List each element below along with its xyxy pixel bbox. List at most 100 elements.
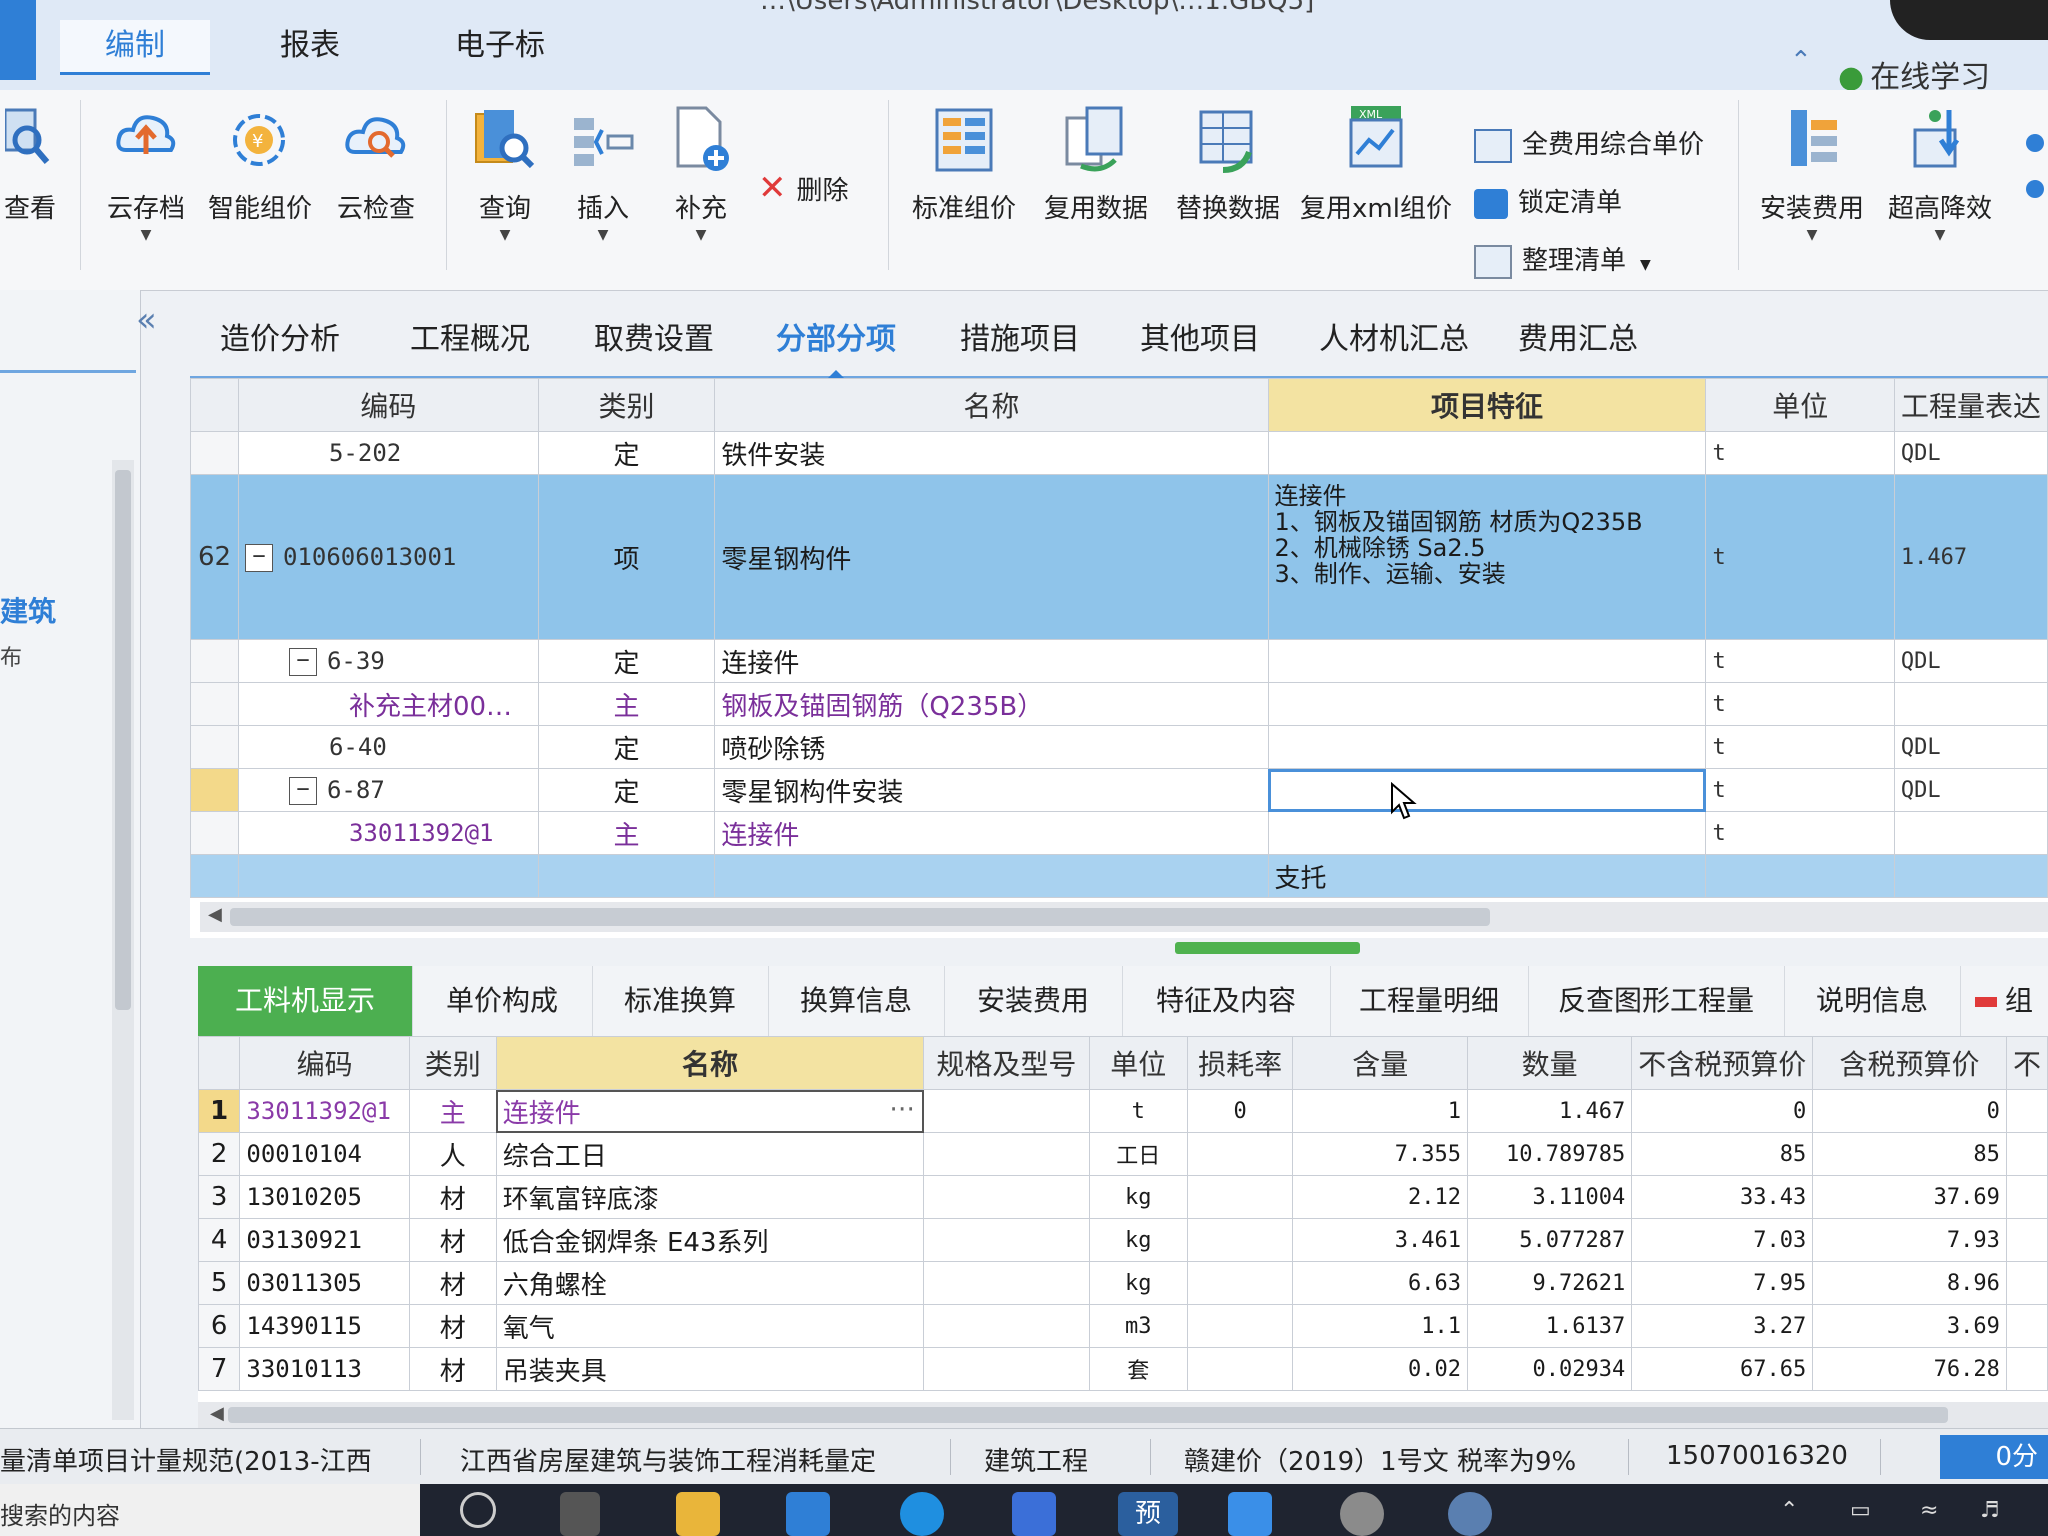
panel-splitter-handle[interactable]	[1175, 942, 1360, 954]
more-tools-icon[interactable]	[2026, 134, 2048, 234]
tab-other-items[interactable]: 其他项目	[1110, 310, 1290, 370]
replace-data-button[interactable]: 替换数据	[1166, 100, 1290, 225]
type-cell[interactable]: 材	[408, 1261, 497, 1305]
unit-cell[interactable]: t	[1705, 768, 1895, 812]
code-cell[interactable]	[237, 854, 539, 898]
code-cell[interactable]: 14390115	[239, 1304, 410, 1348]
scroll-left-icon[interactable]: ◀	[208, 904, 222, 925]
spec-cell[interactable]	[923, 1175, 1090, 1219]
tab-measures[interactable]: 措施项目	[930, 310, 1110, 370]
collapse-node-icon[interactable]: −	[288, 647, 317, 676]
type-cell[interactable]: 主	[537, 682, 716, 726]
insert-button[interactable]: 插入 ▼	[560, 100, 646, 243]
tab-graphic-quantity[interactable]: 反查图形工程量	[1528, 966, 1785, 1036]
wifi-icon[interactable]: ≈	[1920, 1498, 1938, 1523]
code-cell[interactable]: 00010104	[239, 1132, 410, 1176]
more-options-icon[interactable]: ⋯	[889, 1094, 915, 1124]
search-icon[interactable]	[460, 1492, 496, 1528]
nav-item-building[interactable]: 建筑	[0, 590, 56, 630]
tab-fee-settings[interactable]: 取费设置	[564, 310, 744, 370]
table-row[interactable]: −6-87 定 零星钢构件安装 t QDL	[190, 768, 2048, 812]
dropdown-arrow-icon[interactable]: ▼	[1880, 227, 2000, 243]
type-cell[interactable]: 主	[537, 811, 716, 855]
name-cell[interactable]: 氧气	[495, 1304, 925, 1348]
app-icon[interactable]	[1448, 1492, 1492, 1536]
name-cell[interactable]: 零星钢构件安装	[714, 768, 1269, 812]
smart-price-button[interactable]: ¥ 智能组价	[202, 100, 318, 225]
view-button[interactable]: 查看	[0, 100, 60, 225]
scroll-thumb[interactable]	[115, 470, 131, 1010]
tab-sub-items[interactable]: 分部分项	[746, 310, 926, 378]
install-cost-button[interactable]: 安装费用 ▼	[1752, 100, 1872, 243]
upper-horizontal-scrollbar[interactable]: ◀	[200, 902, 2048, 932]
quantity-cell[interactable]: 1.467	[1893, 474, 2048, 640]
code-cell[interactable]: −6-87	[237, 768, 539, 812]
feature-cell[interactable]: 支托	[1267, 854, 1707, 898]
feature-cell[interactable]	[1267, 682, 1707, 726]
name-cell[interactable]	[714, 854, 1269, 898]
scroll-thumb[interactable]	[228, 1407, 1948, 1423]
dropdown-arrow-icon[interactable]: ▼	[654, 227, 748, 243]
content-cell[interactable]: 2.12	[1292, 1175, 1469, 1219]
collapse-node-icon[interactable]: −	[244, 543, 273, 572]
content-cell[interactable]: 1.1	[1292, 1304, 1469, 1348]
quantity-cell[interactable]: 10.789785	[1467, 1132, 1633, 1176]
unit-cell[interactable]	[1705, 854, 1895, 898]
app-icon[interactable]	[1012, 1492, 1056, 1536]
delete-button[interactable]: ✕ 删除	[758, 168, 849, 208]
column-header[interactable]: 数量	[1467, 1036, 1633, 1090]
dropdown-arrow-icon[interactable]: ▼	[1752, 227, 1872, 243]
table-row-selected[interactable]: 62 −010606013001 项 零星钢构件 连接件 1、钢板及锚固钢筋 材…	[190, 474, 2048, 640]
menu-tab-edit[interactable]: 编制	[60, 20, 210, 75]
unit-cell[interactable]: t	[1705, 811, 1895, 855]
menu-tab-e-bid[interactable]: 电子标	[420, 20, 580, 72]
code-cell[interactable]: −6-39	[237, 639, 539, 683]
spec-cell[interactable]	[923, 1347, 1090, 1391]
quantity-cell[interactable]: 1.6137	[1467, 1304, 1633, 1348]
column-header[interactable]: 含税预算价	[1812, 1036, 2007, 1090]
browser-icon[interactable]	[900, 1492, 944, 1536]
loss-rate-cell[interactable]	[1186, 1218, 1294, 1262]
table-row[interactable]: 1 33011392@1 主 连接件 ⋯ t 0 1 1.467 0 0	[198, 1089, 2048, 1133]
type-cell[interactable]: 材	[408, 1175, 497, 1219]
code-cell[interactable]: 5-202	[237, 431, 539, 475]
spec-cell[interactable]	[923, 1304, 1090, 1348]
price-excl-tax-cell[interactable]: 85	[1631, 1132, 1814, 1176]
status-score-button[interactable]: 0分	[1940, 1435, 2048, 1479]
type-cell[interactable]	[537, 854, 716, 898]
type-cell[interactable]: 定	[537, 725, 716, 769]
tab-install-cost[interactable]: 安装费用	[944, 966, 1123, 1036]
content-cell[interactable]: 3.461	[1292, 1218, 1469, 1262]
collapse-ribbon-icon[interactable]: ⌃	[1790, 46, 1812, 76]
menu-tab-report[interactable]: 报表	[240, 20, 380, 72]
type-cell[interactable]: 主	[408, 1089, 497, 1133]
column-header[interactable]: 编码	[239, 1036, 410, 1090]
name-cell[interactable]: 六角螺栓	[495, 1261, 925, 1305]
column-header[interactable]: 名称	[495, 1036, 925, 1090]
content-cell[interactable]: 6.63	[1292, 1261, 1469, 1305]
app-icon[interactable]	[1228, 1492, 1272, 1536]
column-header[interactable]: 类别	[408, 1036, 497, 1090]
tab-quantity-detail[interactable]: 工程量明细	[1330, 966, 1529, 1036]
unit-cell[interactable]: 套	[1088, 1347, 1188, 1391]
quantity-cell[interactable]	[1893, 811, 2048, 855]
quantity-cell[interactable]: QDL	[1893, 431, 2048, 475]
table-row[interactable]: 3 13010205 材 环氧富锌底漆 kg 2.12 3.11004 33.4…	[198, 1175, 2048, 1219]
unit-cell[interactable]: 工日	[1088, 1132, 1188, 1176]
unit-cell[interactable]: t	[1705, 725, 1895, 769]
lower-horizontal-scrollbar[interactable]: ◀	[198, 1402, 2048, 1428]
table-row[interactable]: 6-40 定 喷砂除锈 t QDL	[190, 725, 2048, 769]
price-incl-tax-cell[interactable]: 3.69	[1812, 1304, 2007, 1348]
feature-cell[interactable]	[1267, 811, 1707, 855]
tab-cost-summary[interactable]: 费用汇总	[1488, 310, 1668, 370]
tray-chevron-icon[interactable]: ⌃	[1780, 1498, 1798, 1523]
name-cell[interactable]: 钢板及锚固钢筋（Q235B）	[714, 682, 1269, 726]
type-cell[interactable]: 人	[408, 1132, 497, 1176]
unit-cell[interactable]: kg	[1088, 1218, 1188, 1262]
table-row[interactable]: 5-202 定 铁件安装 t QDL	[190, 431, 2048, 475]
tab-labor-material-summary[interactable]: 人材机汇总	[1294, 310, 1494, 370]
price-incl-tax-cell[interactable]: 7.93	[1812, 1218, 2007, 1262]
tab-features-content[interactable]: 特征及内容	[1122, 966, 1331, 1036]
full-cost-unit-price-button[interactable]: 全费用综合单价	[1474, 124, 1704, 163]
tray-keyboard-icon[interactable]: ▭	[1850, 1498, 1871, 1523]
